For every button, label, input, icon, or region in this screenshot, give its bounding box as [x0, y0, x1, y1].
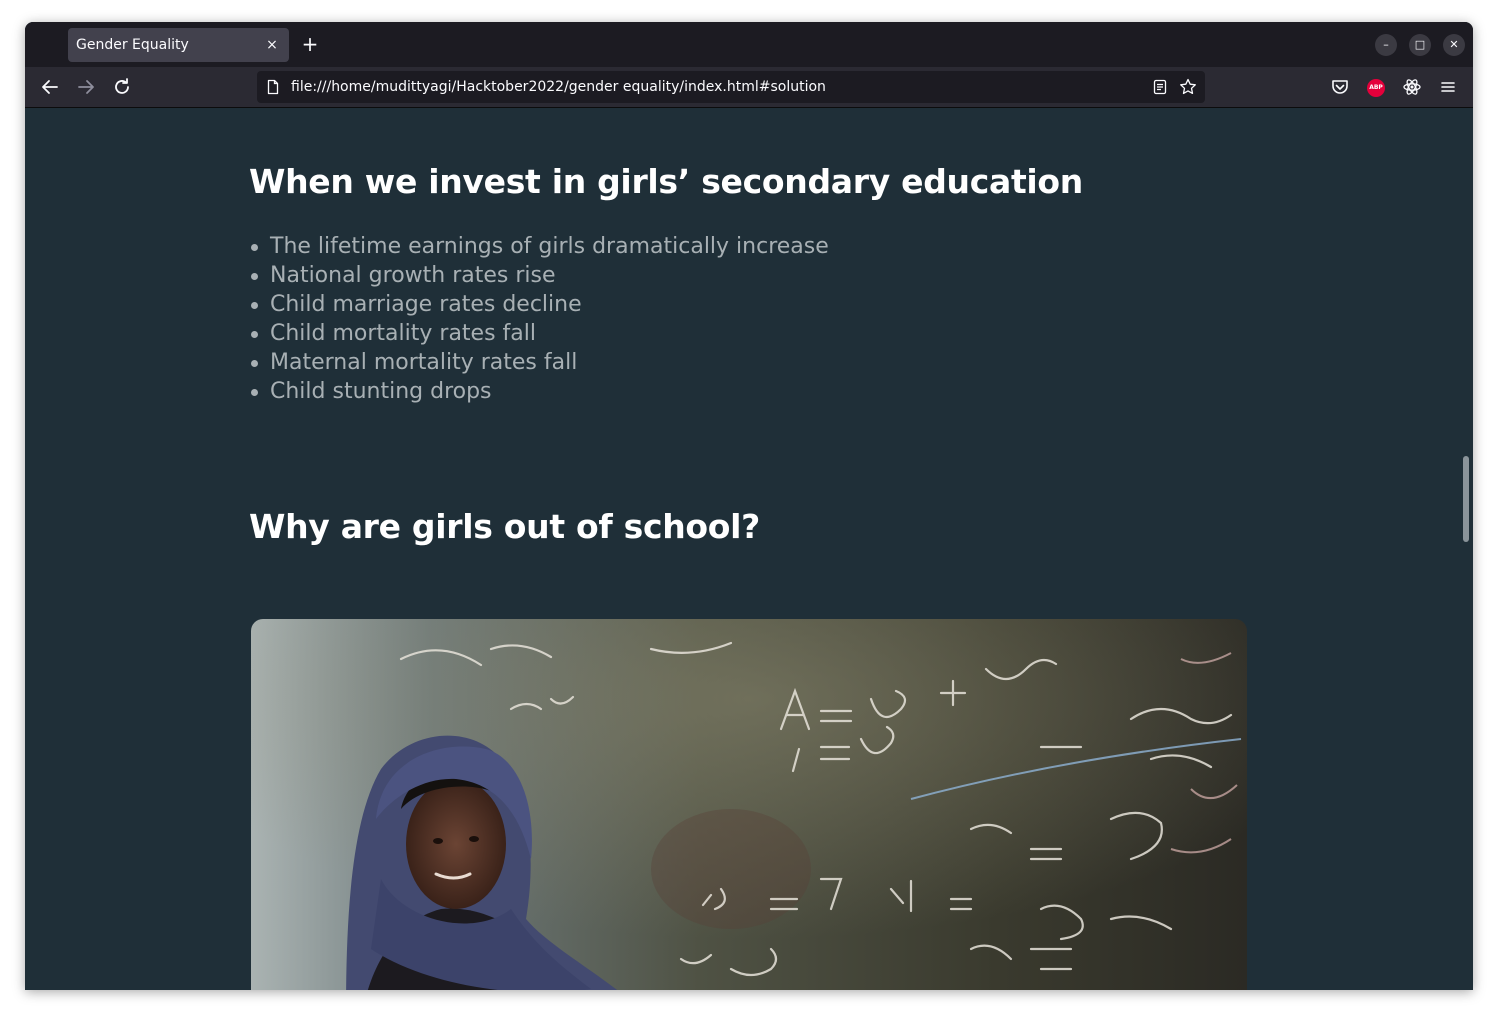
forward-icon[interactable]: [74, 75, 98, 99]
tab-close-icon[interactable]: ×: [263, 36, 281, 54]
page-content: When we invest in girls’ secondary educa…: [25, 108, 1473, 990]
back-icon[interactable]: [38, 75, 62, 99]
list-item: Child marriage rates decline: [249, 290, 829, 319]
url-text[interactable]: file:///home/mudittyagi/Hacktober2022/ge…: [291, 79, 826, 95]
page-scrollbar[interactable]: [1463, 456, 1469, 542]
tab-gender-equality[interactable]: Gender Equality ×: [68, 28, 289, 62]
page-icon: [265, 79, 281, 95]
tab-strip: Gender Equality × + – □ ✕: [25, 22, 1473, 67]
list-item: Child mortality rates fall: [249, 319, 829, 348]
url-bar[interactable]: file:///home/mudittyagi/Hacktober2022/ge…: [257, 71, 1205, 103]
girl-at-chalkboard-image: [251, 619, 1247, 990]
list-item: The lifetime earnings of girls dramatica…: [249, 232, 829, 261]
pocket-icon[interactable]: [1328, 75, 1352, 99]
navigation-toolbar: file:///home/mudittyagi/Hacktober2022/ge…: [25, 67, 1473, 108]
list-item: National growth rates rise: [249, 261, 829, 290]
minimize-button[interactable]: –: [1375, 34, 1397, 56]
investment-benefits-heading: When we invest in girls’ secondary educa…: [249, 162, 1083, 201]
list-item: Maternal mortality rates fall: [249, 348, 829, 377]
react-devtools-icon[interactable]: [1400, 75, 1424, 99]
bookmark-star-icon[interactable]: [1178, 77, 1198, 97]
browser-window: Gender Equality × + – □ ✕ file:///home/m…: [25, 22, 1473, 990]
out-of-school-heading: Why are girls out of school?: [249, 507, 760, 546]
menu-icon[interactable]: [1436, 75, 1460, 99]
benefits-list: The lifetime earnings of girls dramatica…: [249, 232, 829, 406]
adblock-plus-icon[interactable]: ABP: [1367, 79, 1385, 97]
list-item: Child stunting drops: [249, 377, 829, 406]
reader-view-icon[interactable]: [1150, 77, 1170, 97]
new-tab-button[interactable]: +: [300, 34, 320, 54]
maximize-button[interactable]: □: [1409, 34, 1431, 56]
close-window-button[interactable]: ✕: [1443, 34, 1465, 56]
reload-icon[interactable]: [110, 75, 134, 99]
tab-title: Gender Equality: [76, 37, 189, 53]
